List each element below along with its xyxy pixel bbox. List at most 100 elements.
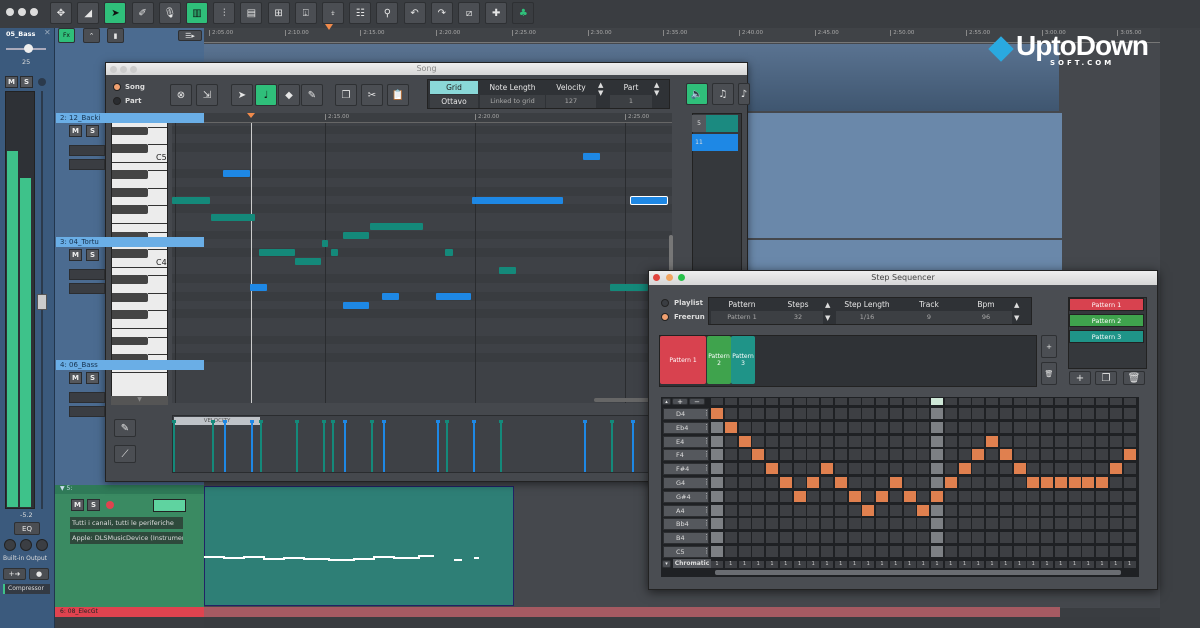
step-cell-active[interactable] xyxy=(862,505,874,516)
insert-compressor[interactable]: Compressor xyxy=(3,584,50,594)
seq-mode-playlist[interactable]: Playlist xyxy=(661,298,703,308)
step-cell[interactable] xyxy=(945,449,957,460)
step-header-cell[interactable] xyxy=(931,398,943,405)
midi-note[interactable] xyxy=(172,197,210,204)
step-cell[interactable] xyxy=(904,532,916,543)
automation-button[interactable]: ⌃ xyxy=(83,28,100,43)
song-playhead-marker[interactable] xyxy=(247,113,255,118)
step-velocity-value[interactable]: 1 xyxy=(1082,561,1094,568)
step-cell[interactable] xyxy=(711,449,723,460)
step-cell[interactable] xyxy=(945,463,957,474)
step-velocity-value[interactable]: 1 xyxy=(972,561,984,568)
step-cell[interactable] xyxy=(1000,491,1012,502)
midi-note[interactable] xyxy=(250,284,267,291)
step-cell[interactable] xyxy=(972,477,984,488)
zoom-dot[interactable] xyxy=(678,274,685,281)
step-cell[interactable] xyxy=(931,408,943,419)
step-cell[interactable] xyxy=(835,546,847,557)
step-cell[interactable] xyxy=(1082,505,1094,516)
instrument-select[interactable]: Apple: DLSMusicDevice (Instrument) xyxy=(70,532,183,544)
redo-button[interactable]: ↷ xyxy=(431,2,453,24)
velocity-handle[interactable] xyxy=(436,420,440,423)
step-cell[interactable] xyxy=(1055,463,1067,474)
step-cell[interactable] xyxy=(766,505,778,516)
step-cell[interactable] xyxy=(807,449,819,460)
step-cell[interactable] xyxy=(1124,477,1136,488)
step-cell[interactable] xyxy=(780,463,792,474)
midi-note[interactable] xyxy=(331,249,338,256)
step-cell[interactable] xyxy=(862,436,874,447)
step-cell-active[interactable] xyxy=(986,436,998,447)
step-cell[interactable] xyxy=(1027,408,1039,419)
step-cell[interactable] xyxy=(711,532,723,543)
step-cell[interactable] xyxy=(780,546,792,557)
step-cell-active[interactable] xyxy=(835,477,847,488)
step-cell[interactable] xyxy=(739,491,751,502)
undo-button[interactable]: ↶ xyxy=(404,2,426,24)
step-velocity-value[interactable]: 1 xyxy=(986,561,998,568)
step-cell[interactable] xyxy=(890,546,902,557)
step-cell[interactable] xyxy=(807,463,819,474)
step-cell[interactable] xyxy=(1027,463,1039,474)
scale-expand-button[interactable]: ▾ xyxy=(662,560,671,568)
volume-meter[interactable] xyxy=(153,499,186,512)
playhead-marker[interactable] xyxy=(325,24,333,30)
scale-select[interactable]: Chromatic xyxy=(673,559,711,568)
step-cell[interactable] xyxy=(835,449,847,460)
speaker-button[interactable]: 🔈 xyxy=(686,83,708,105)
mute-button[interactable]: M xyxy=(69,372,82,384)
step-cell[interactable] xyxy=(711,518,723,529)
step-cell[interactable] xyxy=(821,532,833,543)
split-button[interactable]: ⊞ xyxy=(268,2,290,24)
step-cell[interactable] xyxy=(972,463,984,474)
step-cell[interactable] xyxy=(739,532,751,543)
velocity-handle[interactable] xyxy=(610,420,614,423)
step-header-cell[interactable] xyxy=(821,398,833,405)
step-header-cell[interactable] xyxy=(1110,398,1122,405)
velocity-handle[interactable] xyxy=(331,420,335,423)
step-cell[interactable] xyxy=(1041,546,1053,557)
step-cell[interactable] xyxy=(986,491,998,502)
step-cell[interactable] xyxy=(752,505,764,516)
step-cell-active[interactable] xyxy=(780,477,792,488)
step-cell-active[interactable] xyxy=(904,491,916,502)
metronome-button[interactable]: ▮ xyxy=(107,28,124,43)
black-key[interactable] xyxy=(112,310,148,319)
solo-button[interactable]: S xyxy=(86,249,99,261)
velocity-bar[interactable] xyxy=(332,420,334,472)
pattern-list-item[interactable]: Pattern 2 xyxy=(1069,314,1144,327)
step-cell[interactable] xyxy=(890,505,902,516)
step-cell[interactable] xyxy=(807,505,819,516)
step-cell-active[interactable] xyxy=(1069,477,1081,488)
step-velocity-value[interactable]: 1 xyxy=(876,561,888,568)
roll-hscrollbar[interactable] xyxy=(594,398,654,402)
step-cell[interactable] xyxy=(849,436,861,447)
step-cell[interactable] xyxy=(986,463,998,474)
cut-button[interactable]: ✂ xyxy=(361,84,383,106)
row-menu-icon[interactable]: ⋮ xyxy=(703,450,710,458)
step-cell[interactable] xyxy=(1096,449,1108,460)
step-header-cell[interactable] xyxy=(1096,398,1108,405)
mute-button[interactable]: M xyxy=(5,76,18,88)
step-cell[interactable] xyxy=(1082,408,1094,419)
line-tool-button[interactable]: ⟋ xyxy=(114,445,136,463)
insert-power-button[interactable]: ● xyxy=(29,568,49,580)
step-cell[interactable] xyxy=(945,491,957,502)
step-header-cell[interactable] xyxy=(739,398,751,405)
step-cell[interactable] xyxy=(931,463,943,474)
step-velocity-value[interactable]: 1 xyxy=(849,561,861,568)
step-cell[interactable] xyxy=(821,408,833,419)
track-header[interactable]: 3: 04_Tortu xyxy=(56,237,204,247)
step-cell[interactable] xyxy=(711,422,723,433)
step-cell[interactable] xyxy=(1027,505,1039,516)
step-cell[interactable] xyxy=(849,518,861,529)
record-dot[interactable] xyxy=(38,78,46,86)
step-cell[interactable] xyxy=(780,408,792,419)
step-cell[interactable] xyxy=(780,436,792,447)
step-cell[interactable] xyxy=(725,491,737,502)
step-header-cell[interactable] xyxy=(725,398,737,405)
step-cell[interactable] xyxy=(904,449,916,460)
step-cell[interactable] xyxy=(972,505,984,516)
step-cell[interactable] xyxy=(890,408,902,419)
pattern-block[interactable]: Pattern 3 xyxy=(731,336,755,384)
